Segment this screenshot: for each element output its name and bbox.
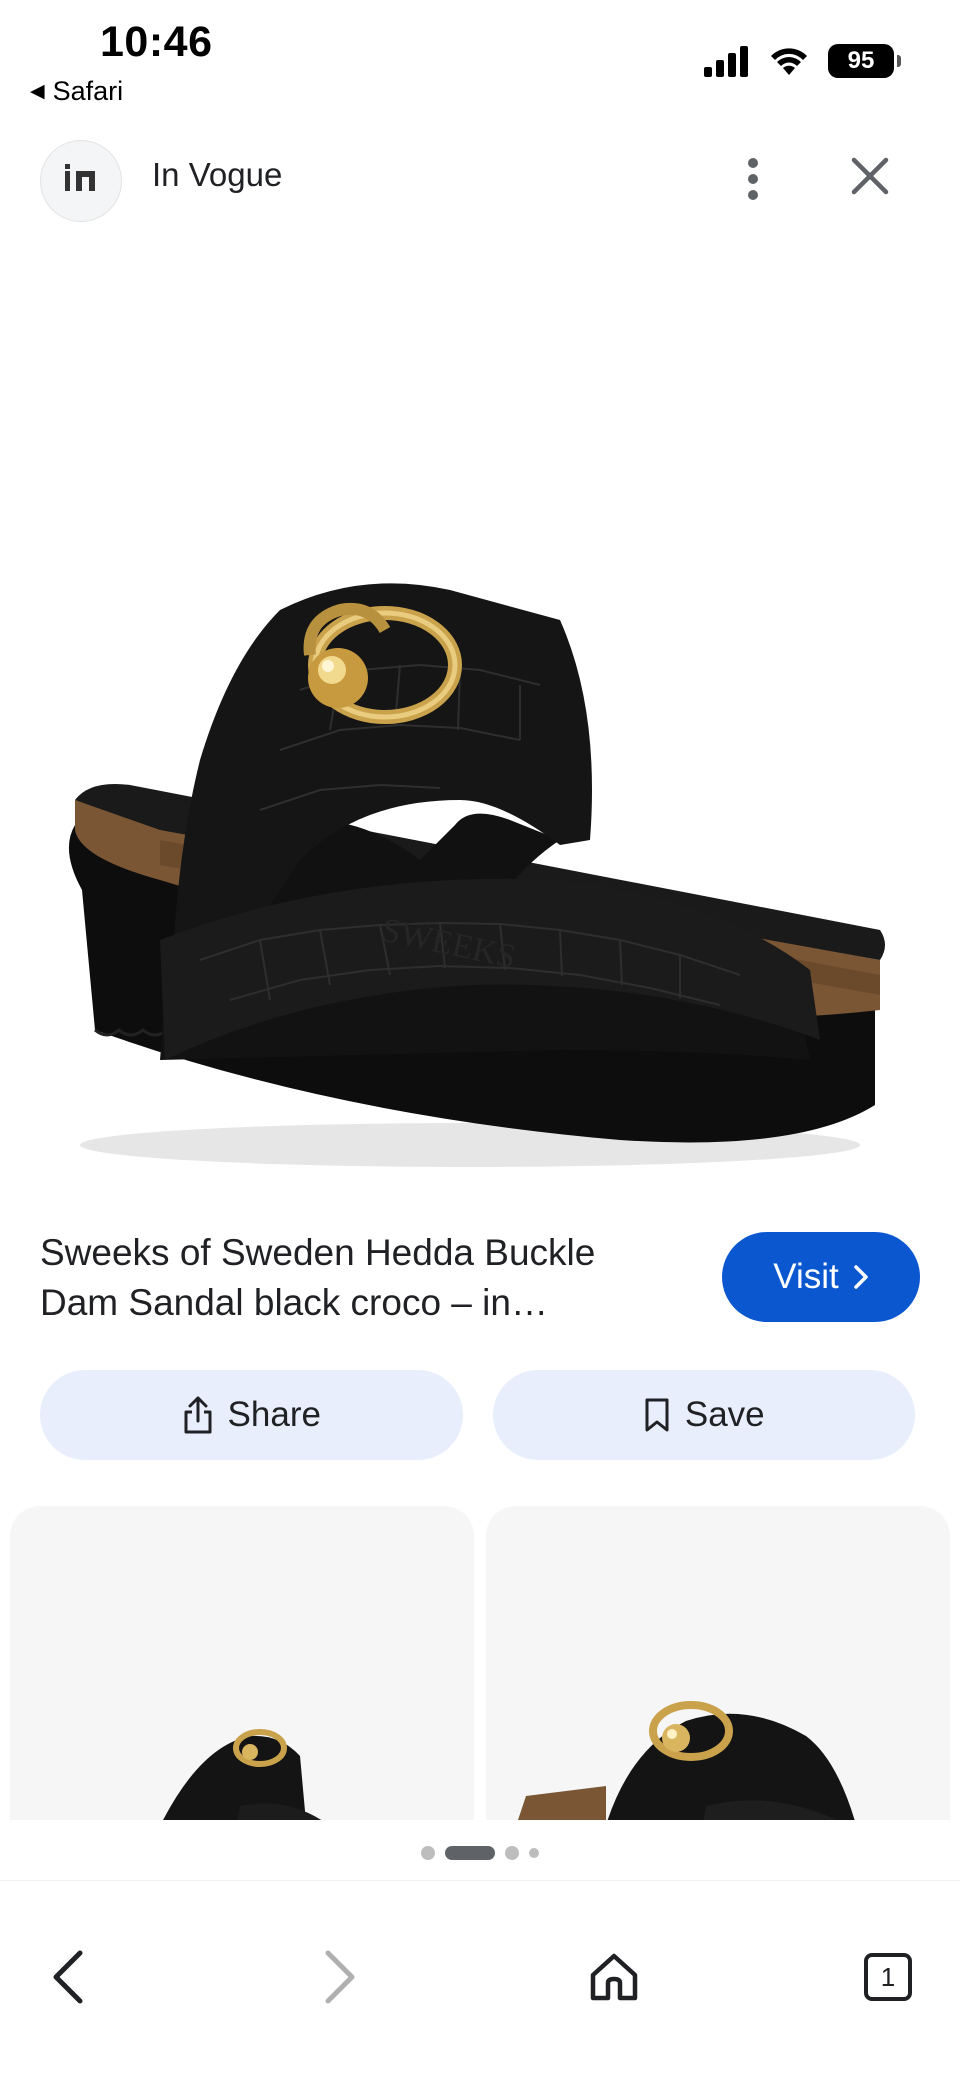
in-vogue-logo-icon[interactable]	[40, 140, 122, 222]
page-dot-active	[445, 1846, 495, 1860]
back-app-label: Safari	[52, 76, 124, 106]
product-title[interactable]: Sweeks of Sweden Hedda Buckle Dam Sandal…	[40, 1228, 680, 1328]
back-arrow-icon	[53, 1950, 83, 2004]
status-bar: 10:46 ◀ Safari 95	[0, 0, 960, 120]
more-vertical-icon	[748, 158, 758, 200]
back-triangle-icon: ◀	[30, 81, 45, 102]
forward-arrow-icon	[325, 1950, 355, 2004]
page-indicator	[0, 1843, 960, 1863]
site-name[interactable]: In Vogue	[152, 156, 282, 194]
battery-icon: 95	[828, 44, 901, 78]
related-sandal-image	[518, 1701, 855, 1820]
save-button[interactable]: Save	[492, 1370, 915, 1460]
status-time: 10:46	[100, 18, 213, 66]
chevron-right-icon	[854, 1265, 868, 1289]
back-to-safari-link[interactable]: ◀ Safari	[30, 76, 123, 107]
product-image[interactable]: SWEEKS	[0, 240, 960, 1200]
close-icon	[851, 157, 889, 195]
related-sandal-image	[163, 1729, 322, 1820]
page-dot	[421, 1846, 435, 1860]
wifi-icon	[771, 48, 807, 75]
save-label: Save	[684, 1395, 765, 1434]
close-button[interactable]	[840, 146, 900, 206]
share-icon	[184, 1396, 212, 1434]
nav-forward-button[interactable]	[300, 1937, 380, 2017]
bottom-nav: 1	[0, 1880, 960, 2078]
page-dot	[505, 1846, 519, 1860]
home-icon	[590, 1953, 638, 2001]
cellular-signal-icon	[704, 46, 748, 77]
share-label: Share	[227, 1395, 321, 1434]
more-options-button[interactable]	[728, 144, 778, 214]
battery-level: 95	[847, 47, 875, 74]
sandal-illustration: SWEEKS	[68, 583, 885, 1167]
bookmark-icon	[645, 1398, 669, 1432]
tabs-count: 1	[881, 1962, 895, 1992]
related-image-card[interactable]	[10, 1506, 474, 1820]
share-button[interactable]: Share	[40, 1370, 463, 1460]
tabs-icon: 1	[864, 1953, 912, 2001]
nav-home-button[interactable]	[574, 1937, 654, 2017]
visit-button[interactable]: Visit	[722, 1232, 920, 1322]
status-icons: 95	[702, 44, 901, 78]
related-images-grid	[10, 1506, 950, 1820]
nav-back-button[interactable]	[28, 1937, 108, 2017]
action-row: Share Save	[40, 1370, 915, 1460]
header: In Vogue	[0, 134, 960, 224]
nav-tabs-button[interactable]: 1	[848, 1937, 928, 2017]
related-image-card[interactable]	[486, 1506, 950, 1820]
visit-label: Visit	[773, 1257, 839, 1296]
page-dot	[529, 1848, 539, 1858]
